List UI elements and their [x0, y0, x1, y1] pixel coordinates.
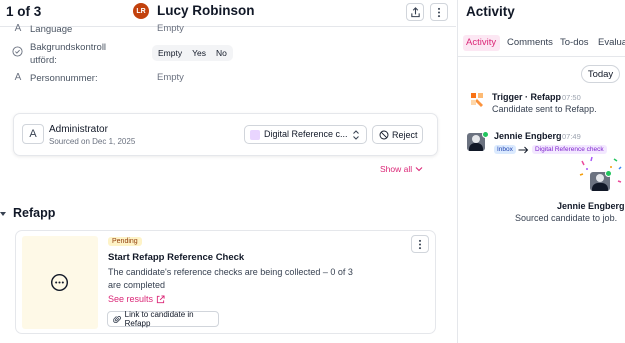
- tab-evaluations[interactable]: Evalua: [598, 37, 625, 48]
- reject-label: Reject: [392, 129, 418, 140]
- link-to-refapp-label: Link to candidate in Refapp: [124, 310, 194, 328]
- ellipsis-circle-icon: [50, 273, 69, 292]
- refapp-section-title: Refapp: [13, 206, 56, 220]
- refapp-more-button[interactable]: [411, 235, 429, 253]
- personnummer-label: Personnummer:: [30, 73, 98, 84]
- tab-comments[interactable]: Comments: [507, 37, 553, 48]
- refapp-description-2: are completed: [108, 280, 166, 290]
- more-options-button[interactable]: [430, 3, 448, 21]
- activity-time-2: 07:49: [562, 132, 581, 141]
- background-check-label: Bakgrundskontroll utförd:: [30, 42, 107, 66]
- candidate-name: Lucy Robinson: [157, 3, 255, 18]
- refapp-description-1: The candidate's reference checks are bei…: [108, 267, 353, 277]
- to-stage-chip: Digital Reference check: [532, 145, 607, 154]
- text-field-icon: A: [14, 23, 22, 34]
- status-badge: Pending: [108, 237, 142, 246]
- show-all-label: Show all: [380, 164, 413, 174]
- tab-activity[interactable]: Activity: [466, 37, 496, 48]
- external-link-icon: [156, 294, 165, 303]
- activity-title: Activity: [466, 4, 515, 19]
- link-to-refapp-button[interactable]: Link to candidate in Refapp: [107, 310, 219, 328]
- activity-time-1: 07:50: [562, 93, 581, 102]
- share-icon: [410, 6, 420, 17]
- activity-text-1: Candidate sent to Refapp.: [492, 104, 597, 114]
- celebration-text: Sourced candidate to job.: [515, 213, 618, 223]
- celebration-name: Jennie Engberg: [557, 201, 625, 211]
- date-chip: Today: [581, 65, 620, 83]
- option-yes[interactable]: Yes: [188, 47, 210, 59]
- check-circle-icon: [12, 46, 23, 60]
- paperclip-icon: [113, 315, 122, 323]
- source-date: Sourced on Dec 1, 2025: [49, 137, 136, 146]
- ban-icon: [379, 130, 389, 139]
- collapse-caret-icon[interactable]: [0, 211, 6, 217]
- personnummer-value[interactable]: Empty: [157, 72, 184, 83]
- refapp-logo-icon: [471, 93, 483, 107]
- see-results-label: See results: [108, 294, 154, 304]
- activity-actor-2: Jennie Engberg: [494, 131, 562, 141]
- stage-select[interactable]: Digital Reference c...: [244, 125, 367, 144]
- tabs-divider: [458, 56, 625, 57]
- candidate-avatar: LR: [133, 3, 149, 19]
- online-status-dot: [605, 170, 612, 177]
- vertical-dots-icon: [418, 239, 422, 249]
- panel-divider: [457, 0, 458, 343]
- stage-select-value: Digital Reference c...: [264, 129, 348, 139]
- option-empty[interactable]: Empty: [154, 47, 186, 59]
- reject-button[interactable]: Reject: [372, 125, 423, 144]
- source-avatar: A: [22, 124, 44, 144]
- stage-color-swatch: [250, 130, 260, 140]
- language-value[interactable]: Empty: [157, 23, 184, 34]
- chevron-updown-icon: [353, 130, 359, 140]
- arrow-right-icon: [518, 146, 529, 154]
- language-label: Language: [30, 24, 73, 35]
- activity-actor-1: Trigger · Refapp: [492, 92, 562, 102]
- refapp-thumbnail: [22, 236, 98, 329]
- refapp-title: Start Refapp Reference Check: [108, 252, 245, 263]
- chevron-down-icon: [415, 167, 423, 172]
- online-status-dot: [482, 131, 489, 138]
- pagination-counter: 1 of 3: [6, 4, 42, 19]
- source-title: Administrator: [49, 124, 108, 135]
- share-button[interactable]: [406, 3, 424, 21]
- text-field-icon: A: [14, 72, 22, 83]
- show-all-link[interactable]: Show all: [380, 164, 423, 174]
- option-no[interactable]: No: [212, 47, 231, 59]
- tab-todos[interactable]: To-dos: [560, 37, 589, 48]
- from-stage-chip: Inbox: [494, 145, 516, 154]
- vertical-dots-icon: [437, 7, 441, 17]
- see-results-link[interactable]: See results: [108, 294, 165, 304]
- background-check-segmented[interactable]: Empty Yes No: [152, 45, 233, 61]
